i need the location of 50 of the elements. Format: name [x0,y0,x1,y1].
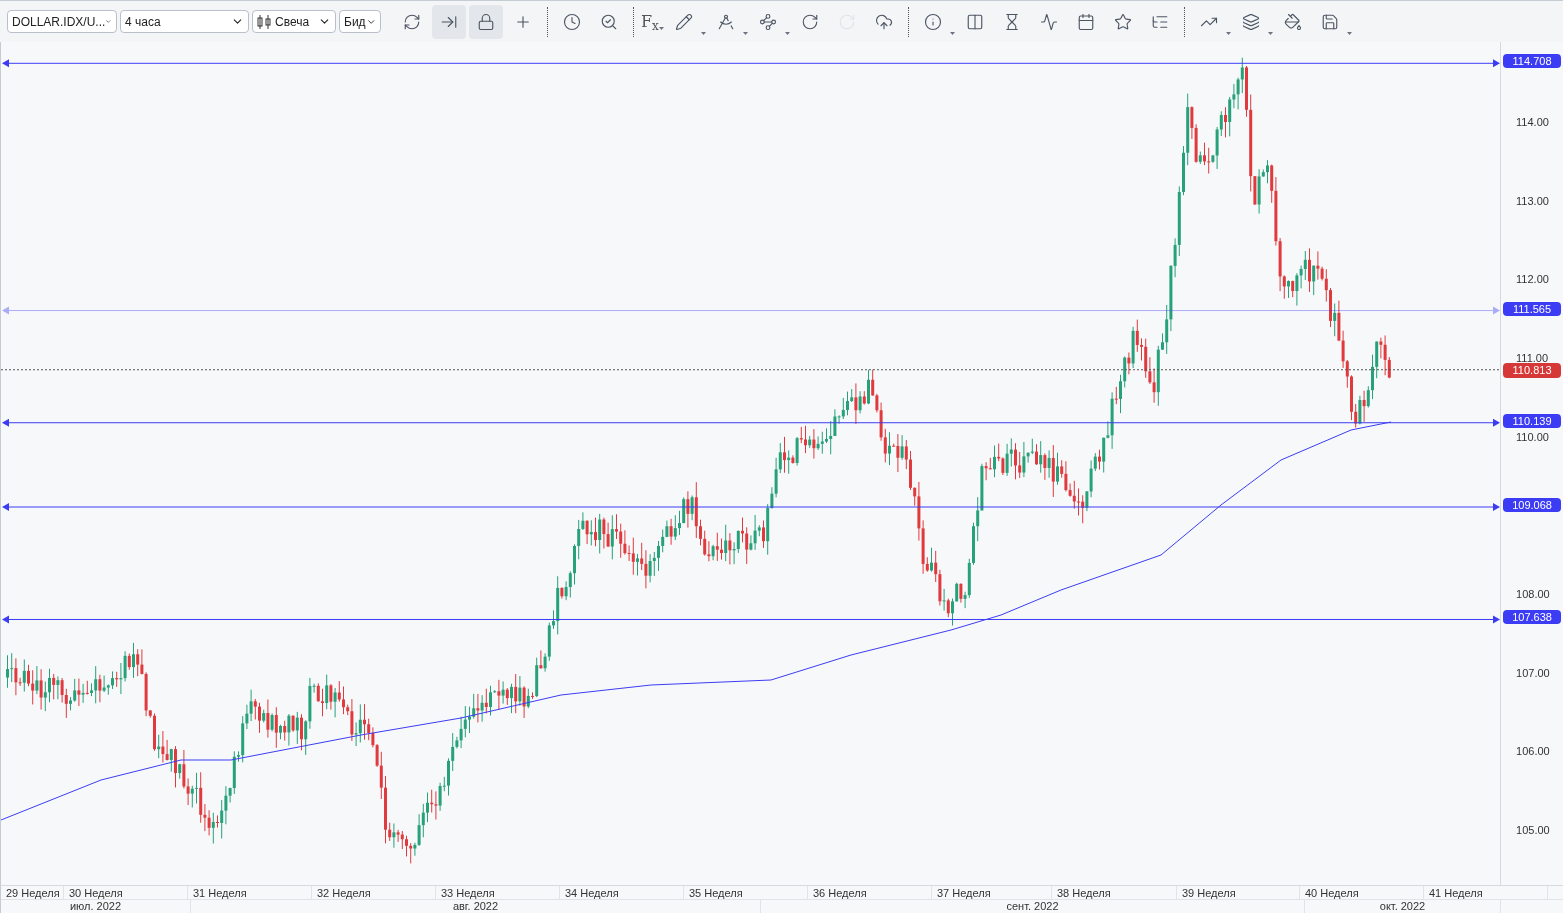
dropdown-caret-icon [1346,31,1352,35]
level-price-badge: 111.565 [1503,301,1562,316]
week-label: 30 Неделя [64,886,188,899]
dropdown-caret-icon [949,31,955,35]
horizontal-level-line[interactable] [2,59,1500,68]
price-axis-label: 111.00 [1516,351,1549,365]
month-label: сент. 2022 [761,900,1305,913]
week-label: 39 Неделя [1177,886,1300,899]
horizontal-level-line[interactable] [2,503,1500,511]
dropdown-caret-icon [1267,31,1273,35]
dropdown-caret-icon [1225,31,1231,35]
horizontal-level-line[interactable] [2,615,1500,624]
week-label: 32 Неделя [312,886,436,899]
level-price-badge: 109.068 [1503,498,1562,512]
week-label: 31 Неделя [188,886,312,899]
price-type-select[interactable]: Бид [339,10,381,33]
candle-icon [257,14,271,29]
dropdown-caret-icon [700,31,706,35]
level-price-badge: 110.139 [1503,413,1562,428]
level-price-badge: 114.708 [1503,54,1562,69]
price-axis-label: 108.00 [1516,587,1550,601]
week-label: 29 Неделя [1,886,64,899]
dropdown-caret-icon [742,31,748,35]
price-axis-label: 110.00 [1516,429,1549,444]
week-label: 35 Неделя [684,886,808,899]
month-label: июл. 2022 [1,900,191,913]
price-axis-label: 106.00 [1516,744,1550,759]
horizontal-level-line[interactable] [2,418,1500,427]
week-label: 36 Неделя [808,886,932,899]
chart-type-select[interactable]: Свеча [252,10,336,33]
dropdown-caret-icon [658,26,664,30]
price-axis-label: 113.00 [1516,193,1549,208]
week-label: 33 Неделя [436,886,560,899]
week-label: 38 Неделя [1052,886,1177,899]
week-label: 34 Неделя [560,886,684,899]
week-label: 40 Неделя [1300,886,1424,899]
month-label: окт. 2022 [1305,900,1501,913]
week-label: 41 Неделя [1424,886,1548,899]
price-axis-label: 112.00 [1516,272,1549,287]
current-price-badge: 110.813 [1503,362,1562,378]
price-axis-label: 107.00 [1516,665,1550,680]
dropdown-caret-icon [784,31,790,35]
level-price-badge: 107.638 [1503,610,1562,625]
week-label: 37 Неделя [932,886,1052,899]
price-axis-label: 105.00 [1516,823,1550,837]
symbol-select[interactable]: DOLLAR.IDX/U... [7,10,117,33]
timeframe-select[interactable]: 4 часа [120,10,249,33]
formula-label[interactable]: F$_{x}$ [641,9,659,34]
month-label: авг. 2022 [191,900,761,913]
price-axis-label: 114.00 [1516,115,1549,129]
